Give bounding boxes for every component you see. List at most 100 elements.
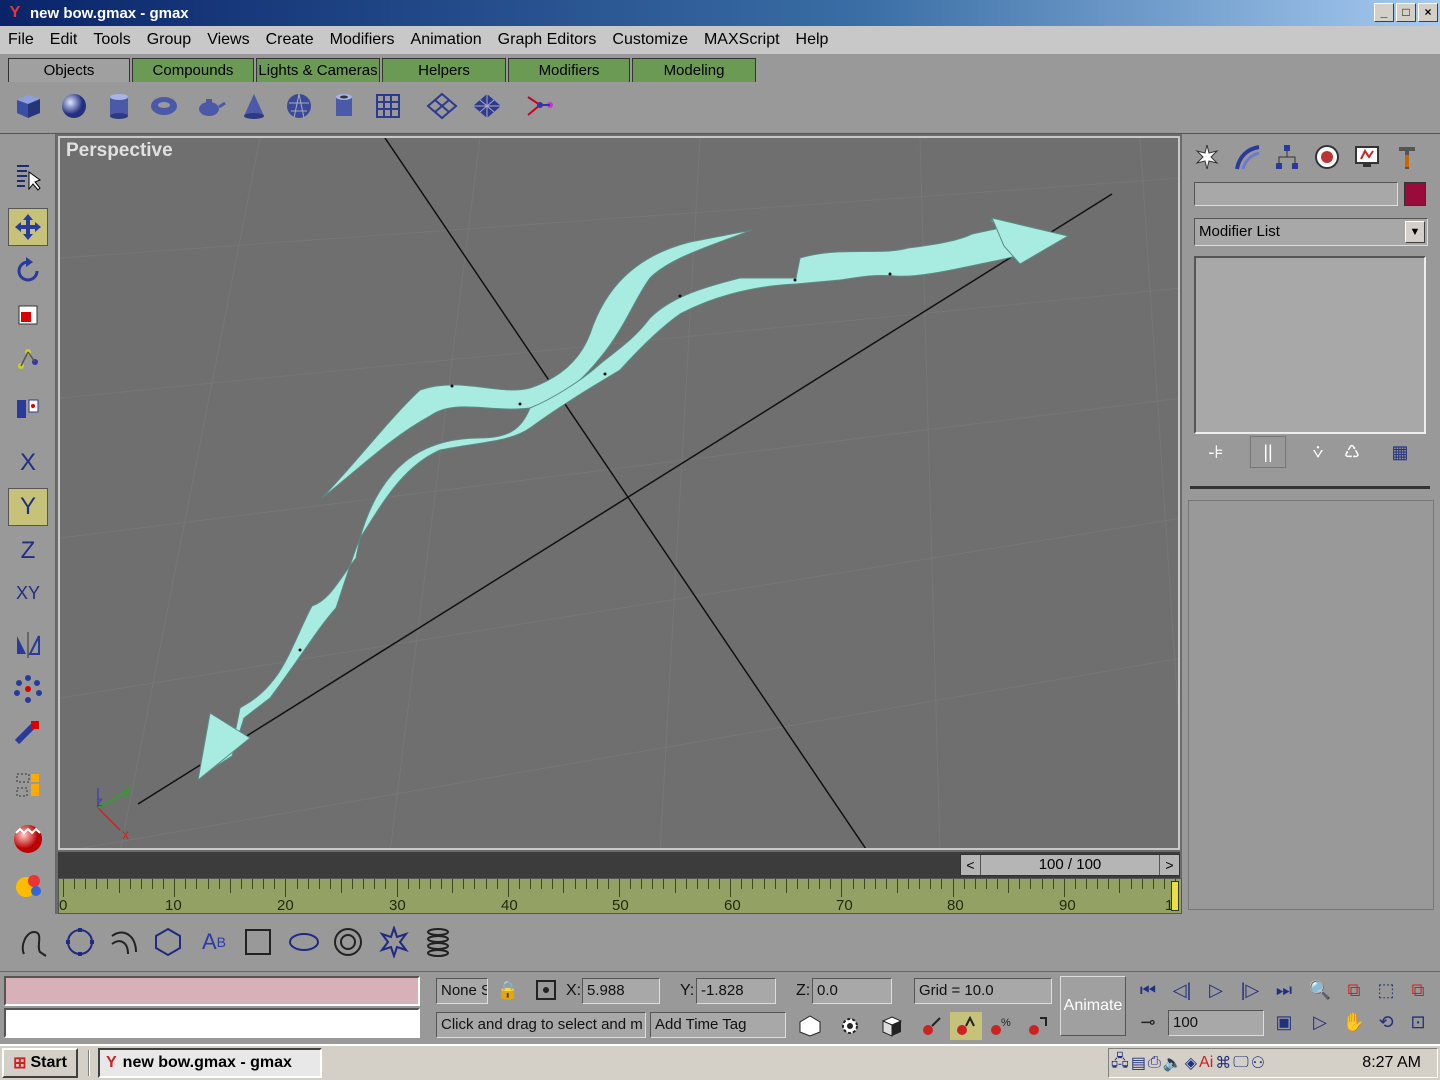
bones-icon[interactable]	[522, 88, 558, 124]
network-icon[interactable]: 🖧	[1111, 1050, 1129, 1077]
play-icon[interactable]: ▷	[1200, 976, 1232, 1004]
taskbar-item-gmax[interactable]: Y new bow.gmax - gmax	[98, 1048, 322, 1078]
pin-stack-icon[interactable]: -⊧	[1198, 436, 1234, 468]
gear-icon[interactable]	[834, 1012, 866, 1040]
key-percent-icon[interactable]: %	[984, 1012, 1016, 1040]
time-slider-track[interactable]: < 100 / 100 >	[58, 852, 1180, 878]
set-key-icon[interactable]	[794, 1012, 826, 1040]
arc-icon[interactable]	[104, 922, 144, 962]
menu-customize[interactable]: Customize	[604, 31, 696, 49]
y-coordinate-field[interactable]: -1.828	[696, 978, 776, 1004]
menu-graph-editors[interactable]: Graph Editors	[490, 31, 605, 49]
minimize-button[interactable]: _	[1374, 3, 1394, 22]
time-configuration-icon[interactable]: ▣	[1268, 1008, 1300, 1036]
modifier-stack[interactable]	[1194, 256, 1426, 434]
tab-lights-cameras[interactable]: Lights & Cameras	[256, 58, 380, 82]
cylinder-icon[interactable]	[101, 88, 137, 124]
select-icon[interactable]	[8, 158, 48, 196]
maximize-viewport-icon[interactable]: ⊡	[1402, 1008, 1434, 1036]
tab-objects[interactable]: Objects	[8, 58, 130, 82]
pan-icon[interactable]: ✋	[1338, 1008, 1370, 1036]
next-frame-button[interactable]: >	[1159, 855, 1179, 875]
menu-file[interactable]: File	[0, 31, 42, 49]
hierarchy-panel-icon[interactable]	[1270, 140, 1304, 174]
rotate-icon[interactable]	[8, 252, 48, 290]
menu-edit[interactable]: Edit	[42, 31, 86, 49]
maximize-button[interactable]: □	[1396, 3, 1416, 22]
line-icon[interactable]	[14, 922, 54, 962]
tray-app-icon[interactable]: ⌘	[1215, 1053, 1231, 1073]
tray-app-icon[interactable]: ◈	[1185, 1053, 1197, 1073]
axis-x-icon[interactable]: X	[8, 444, 48, 482]
torus-icon[interactable]	[146, 88, 182, 124]
array-icon[interactable]	[8, 670, 48, 708]
menu-group[interactable]: Group	[139, 31, 199, 49]
plane-alt-icon[interactable]	[469, 88, 505, 124]
ellipse-icon[interactable]	[284, 922, 324, 962]
add-time-tag-button[interactable]: Add Time Tag	[650, 1012, 786, 1038]
printer-icon[interactable]: ⎙	[1148, 1054, 1161, 1072]
box-selected-icon[interactable]	[876, 1012, 908, 1040]
current-frame-field[interactable]: 100	[1168, 1010, 1264, 1036]
chevron-down-icon[interactable]: ▼	[1405, 221, 1425, 243]
selection-set-field[interactable]: None S	[436, 978, 488, 1004]
teapot-icon[interactable]	[192, 88, 228, 124]
previous-frame-icon[interactable]: ◁|	[1166, 976, 1198, 1004]
menu-tools[interactable]: Tools	[85, 31, 138, 49]
geosphere-icon[interactable]	[281, 88, 317, 124]
make-unique-icon[interactable]: ⩒	[1300, 436, 1336, 468]
axis-z-icon[interactable]: Z	[8, 532, 48, 570]
volume-icon[interactable]: 🔈	[1163, 1053, 1183, 1073]
tab-modeling[interactable]: Modeling	[632, 58, 756, 82]
key-mode-toggle-icon[interactable]: ⊸	[1132, 1008, 1164, 1036]
key-filter-icon[interactable]	[916, 1012, 948, 1040]
configure-icon[interactable]: ▦	[1382, 436, 1418, 468]
helix-icon[interactable]	[418, 922, 458, 962]
axis-y-icon[interactable]: Y	[8, 488, 48, 526]
remove-modifier-icon[interactable]: ♺	[1334, 436, 1370, 468]
plane-icon[interactable]	[424, 88, 460, 124]
star-icon[interactable]	[374, 922, 414, 962]
create-icon[interactable]	[1190, 140, 1224, 174]
zoom-extents-icon[interactable]: ⬚	[1370, 976, 1402, 1004]
zoom-all-icon[interactable]: ⧉	[1338, 976, 1370, 1004]
hierarchy-icon[interactable]	[8, 340, 48, 378]
rectangle-icon[interactable]	[238, 922, 278, 962]
circle-icon[interactable]	[60, 922, 100, 962]
zoom-icon[interactable]: 🔍	[1304, 976, 1336, 1004]
named-selection-icon[interactable]	[8, 766, 48, 804]
lock-selection-icon[interactable]: 🔒	[492, 976, 524, 1004]
zoom-extents-all-icon[interactable]: ⧉	[1402, 976, 1434, 1004]
x-coordinate-field[interactable]: 5.988	[582, 978, 660, 1004]
cone-icon[interactable]	[236, 88, 272, 124]
menu-animation[interactable]: Animation	[403, 31, 490, 49]
menu-maxscript[interactable]: MAXScript	[696, 31, 788, 49]
arc-rotate-icon[interactable]: ⟲	[1370, 1008, 1402, 1036]
menu-help[interactable]: Help	[788, 31, 837, 49]
donut-icon[interactable]	[328, 922, 368, 962]
show-end-result-icon[interactable]: ||	[1250, 436, 1286, 468]
key-mode-icon[interactable]	[950, 1012, 982, 1040]
grid-icon[interactable]	[370, 88, 406, 124]
animate-button[interactable]: Animate	[1060, 976, 1126, 1036]
sphere-icon[interactable]	[56, 88, 92, 124]
tab-compounds[interactable]: Compounds	[132, 58, 254, 82]
maxscript-listener-input[interactable]	[4, 1008, 420, 1038]
close-button[interactable]: ×	[1418, 3, 1438, 22]
material-editor-icon[interactable]	[8, 820, 48, 858]
tab-modifiers[interactable]: Modifiers	[508, 58, 630, 82]
box-icon[interactable]	[10, 88, 46, 124]
move-icon[interactable]	[8, 208, 48, 246]
field-of-view-icon[interactable]: ▷	[1304, 1008, 1336, 1036]
axis-xy-icon[interactable]: XY	[8, 574, 48, 612]
go-to-start-icon[interactable]: ⏮	[1132, 976, 1164, 1004]
ngon-icon[interactable]	[148, 922, 188, 962]
start-button[interactable]: ⊞ Start	[2, 1048, 78, 1078]
motion-icon[interactable]	[1310, 140, 1344, 174]
tray-app-icon[interactable]: ⚇	[1251, 1053, 1265, 1073]
perspective-viewport[interactable]: x z y Perspective	[58, 136, 1180, 850]
prev-frame-button[interactable]: <	[961, 855, 981, 875]
tab-helpers[interactable]: Helpers	[382, 58, 506, 82]
key-tangent-icon[interactable]	[1022, 1012, 1054, 1040]
text-icon[interactable]: AB	[194, 922, 234, 962]
